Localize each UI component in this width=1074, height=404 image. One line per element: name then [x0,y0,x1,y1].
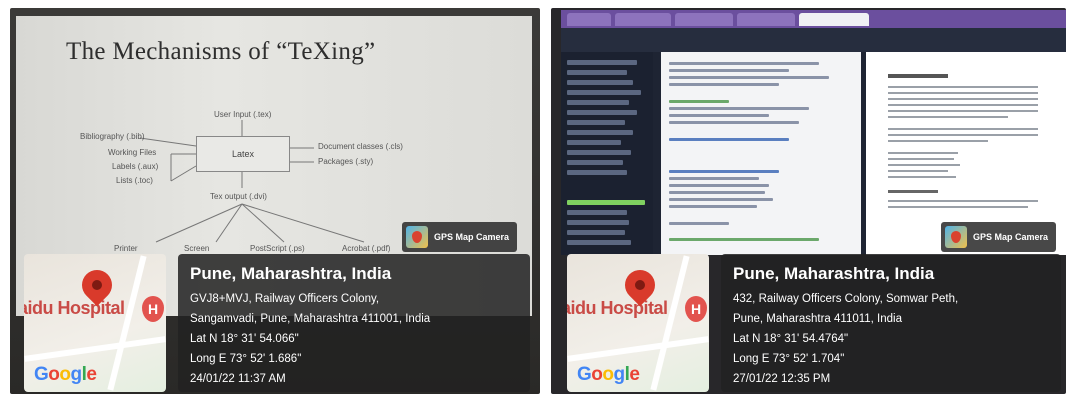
location-info-panel: Pune, Maharashtra, India GVJ8+MVJ, Railw… [178,254,530,392]
node-latex: Latex [231,149,255,159]
node-latex-box: Latex [196,136,290,172]
latitude: Lat N 18° 31' 54.4764" [733,333,849,345]
location-title: Pune, Maharashtra, India [733,264,935,283]
latitude: Lat N 18° 31' 54.066" [190,333,299,345]
address-line-1: GVJ8+MVJ, Railway Officers Colony, [190,293,380,305]
longitude: Long E 73° 52' 1.704" [733,353,845,365]
map-thumbnail: aidu Hospital H Google [567,254,709,392]
node-screen: Screen [184,244,210,253]
location-title: Pune, Maharashtra, India [190,264,392,283]
photo-laptop: GPS Map Camera aidu Hospital H Google Pu… [551,8,1066,394]
node-postscript: PostScript (.ps) [250,244,305,253]
gps-camera-icon [406,226,428,248]
node-working-files: Working Files [108,148,157,157]
badge-label: GPS Map Camera [973,232,1049,242]
node-bibliography: Bibliography (.bib) [80,132,145,141]
map-thumbnail: aidu Hospital H Google [24,254,166,392]
editor-toolbar [561,28,1066,52]
address-line-2: Pune, Maharashtra 411011, India [733,313,902,325]
longitude: Long E 73° 52' 1.686" [190,353,302,365]
browser-tab-bar [561,10,1066,28]
code-editor [661,52,861,255]
gps-camera-icon [945,226,967,248]
map-place-label: aidu Hospital [567,298,668,318]
address-line-2: Sangamvadi, Pune, Maharashtra 411001, In… [190,313,431,325]
node-labels: Labels (.aux) [112,162,159,171]
gps-camera-badge: GPS Map Camera [402,222,518,252]
timestamp: 24/01/22 11:37 AM [190,373,286,385]
hospital-marker-icon: H [685,296,707,322]
node-printer: Printer [114,244,138,253]
node-document-classes: Document classes (.cls) [318,142,403,151]
google-logo: Google [577,364,640,385]
node-lists: Lists (.toc) [116,176,153,185]
map-place-label: aidu Hospital [24,298,125,318]
location-info-panel: Pune, Maharashtra, India 432, Railway Of… [721,254,1061,392]
hospital-marker-icon: H [142,296,164,322]
laptop-screen [561,10,1066,255]
timestamp: 27/01/22 12:35 PM [733,373,831,385]
address-line-1: 432, Railway Officers Colony, Somwar Pet… [733,293,959,305]
photo-slide: The Mechanisms of “TeXing” User Input (.… [10,8,540,394]
gps-camera-badge: GPS Map Camera [941,222,1057,252]
node-user-input: User Input (.tex) [214,110,272,119]
node-acrobat: Acrobat (.pdf) [342,244,391,253]
file-sidebar [561,52,653,255]
node-packages: Packages (.sty) [318,157,374,166]
google-logo: Google [34,364,97,385]
node-tex-output: Tex output (.dvi) [210,192,267,201]
badge-label: GPS Map Camera [434,232,510,242]
